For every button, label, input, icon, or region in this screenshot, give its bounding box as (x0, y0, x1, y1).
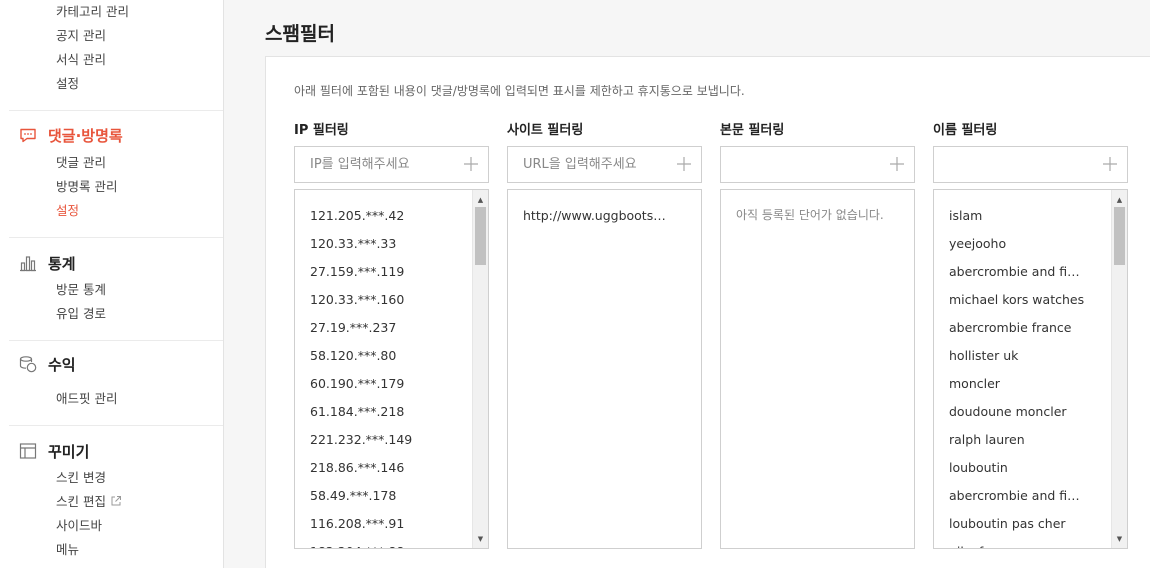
scroll-up-arrow-icon[interactable]: ▲ (1112, 192, 1127, 207)
sidebar-section-label: 꾸미기 (48, 442, 90, 461)
add-name-button[interactable] (1101, 155, 1119, 173)
page-description: 아래 필터에 포함된 내용이 댓글/방명록에 입력되면 표시를 제한하고 휴지통… (294, 84, 745, 98)
site-filter-input-box (507, 146, 702, 183)
external-link-icon (110, 494, 122, 512)
sidebar-section-label: 수익 (48, 355, 76, 374)
ip-filter-label: IP 필터링 (294, 123, 349, 138)
sidebar-item-template[interactable]: 서식 관리 (56, 51, 106, 69)
filter-entry[interactable]: 58.120.***.80 (310, 344, 412, 372)
add-site-button[interactable] (675, 155, 693, 173)
filter-entry[interactable]: abercrombie and fi… (949, 260, 1084, 288)
filter-entry[interactable]: michael kors watches (949, 288, 1084, 316)
scroll-down-arrow-icon[interactable]: ▼ (1112, 531, 1127, 546)
filter-entry[interactable]: hollister uk (949, 344, 1084, 372)
filter-entry[interactable]: moncler (949, 372, 1084, 400)
sidebar-item-visit-stats[interactable]: 방문 통계 (56, 281, 106, 299)
site-filter-list: http://www.uggboots… (507, 189, 702, 549)
ip-filter-input[interactable] (295, 147, 445, 182)
filter-entry[interactable]: http://www.uggboots… (523, 204, 666, 232)
sidebar-divider (9, 237, 223, 238)
sidebar-item-comment-settings[interactable]: 설정 (56, 202, 79, 220)
filter-entry[interactable]: nike free (949, 540, 1084, 548)
name-list-scrollbar[interactable]: ▲ ▼ (1111, 190, 1127, 548)
body-filter-label: 본문 필터링 (720, 123, 785, 138)
name-filter-input-box (933, 146, 1128, 183)
body-filter-list: 아직 등록된 단어가 없습니다. (720, 189, 915, 549)
filter-entry[interactable]: louboutin pas cher (949, 512, 1084, 540)
sidebar-item-notice[interactable]: 공지 관리 (56, 27, 106, 45)
filter-entry[interactable]: doudoune moncler (949, 400, 1084, 428)
scroll-down-arrow-icon[interactable]: ▼ (473, 531, 488, 546)
sidebar-item-adfit[interactable]: 애드핏 관리 (56, 390, 117, 408)
filter-entry[interactable]: 121.205.***.42 (310, 204, 412, 232)
sidebar-divider (9, 425, 223, 426)
scroll-thumb[interactable] (1114, 207, 1125, 265)
sidebar: 카테고리 관리 공지 관리 서식 관리 설정 댓글·방명록 댓글 관리 방명록 … (0, 0, 224, 568)
filter-entry[interactable]: islam (949, 204, 1084, 232)
filter-entry[interactable]: yeejooho (949, 232, 1084, 260)
empty-message: 아직 등록된 단어가 없습니다. (736, 208, 884, 222)
plus-icon (890, 157, 904, 171)
sidebar-item-skin-edit[interactable]: 스킨 편집 (56, 493, 122, 511)
sidebar-section-revenue[interactable]: 수익 (18, 352, 76, 376)
sidebar-section-decorate[interactable]: 꾸미기 (18, 439, 89, 463)
name-filter-list: islam yeejooho abercrombie and fi… michael … (933, 189, 1128, 549)
sidebar-section-stats[interactable]: 통계 (18, 251, 76, 275)
ip-filter-input-box (294, 146, 489, 183)
sidebar-item-sidebar[interactable]: 사이드바 (56, 517, 102, 535)
filter-entry[interactable]: 27.19.***.237 (310, 316, 412, 344)
sidebar-item-settings[interactable]: 설정 (56, 75, 79, 93)
sidebar-item-skin-change[interactable]: 스킨 변경 (56, 469, 106, 487)
ip-list-scrollbar[interactable]: ▲ ▼ (472, 190, 488, 548)
sidebar-section-label: 통계 (48, 254, 76, 273)
filter-entry[interactable]: 218.86.***.146 (310, 456, 412, 484)
filter-entry[interactable]: 27.159.***.119 (310, 260, 412, 288)
sidebar-item-referrers[interactable]: 유입 경로 (56, 305, 106, 323)
sidebar-item-guestbook-manage[interactable]: 방명록 관리 (56, 178, 117, 196)
sidebar-item-menu[interactable]: 메뉴 (56, 541, 79, 559)
sidebar-section-comments[interactable]: 댓글·방명록 (18, 123, 123, 147)
filter-entry[interactable]: 120.33.***.33 (310, 232, 412, 260)
filter-entry[interactable]: louboutin (949, 456, 1084, 484)
body-filter-input-box (720, 146, 915, 183)
filter-entry[interactable]: abercrombie france (949, 316, 1084, 344)
add-body-word-button[interactable] (888, 155, 906, 173)
ip-filter-list: 121.205.***.42 120.33.***.33 27.159.***.11… (294, 189, 489, 549)
plus-icon (677, 157, 691, 171)
sidebar-divider (9, 340, 223, 341)
sidebar-item-comment-manage[interactable]: 댓글 관리 (56, 154, 106, 172)
name-filter-input[interactable] (934, 147, 1084, 182)
page-title: 스팸필터 (265, 23, 335, 45)
sidebar-item-label: 스킨 편집 (56, 494, 106, 509)
layout-icon (18, 441, 38, 461)
add-ip-button[interactable] (462, 155, 480, 173)
filter-entry[interactable]: 182.204.***.88 (310, 540, 412, 548)
sidebar-divider (9, 110, 223, 111)
body-filter-input[interactable] (721, 147, 871, 182)
site-filter-label: 사이트 필터링 (507, 123, 584, 138)
filter-entry[interactable]: 120.33.***.160 (310, 288, 412, 316)
bar-chart-icon (18, 253, 38, 273)
filter-entry[interactable]: abercrombie and fi… (949, 484, 1084, 512)
filter-entry[interactable]: 61.184.***.218 (310, 400, 412, 428)
name-filter-label: 이름 필터링 (933, 123, 998, 138)
sidebar-section-label: 댓글·방명록 (48, 126, 123, 145)
plus-icon (464, 157, 478, 171)
scroll-thumb[interactable] (475, 207, 486, 265)
filter-entry[interactable]: 58.49.***.178 (310, 484, 412, 512)
comment-icon (18, 125, 38, 145)
filter-entry[interactable]: 221.232.***.149 (310, 428, 412, 456)
plus-icon (1103, 157, 1117, 171)
filter-entry[interactable]: ralph lauren (949, 428, 1084, 456)
coins-icon (18, 354, 38, 374)
scroll-up-arrow-icon[interactable]: ▲ (473, 192, 488, 207)
filter-entry[interactable]: 116.208.***.91 (310, 512, 412, 540)
sidebar-item-category[interactable]: 카테고리 관리 (56, 3, 129, 21)
site-filter-input[interactable] (508, 147, 658, 182)
filter-entry[interactable]: 60.190.***.179 (310, 372, 412, 400)
